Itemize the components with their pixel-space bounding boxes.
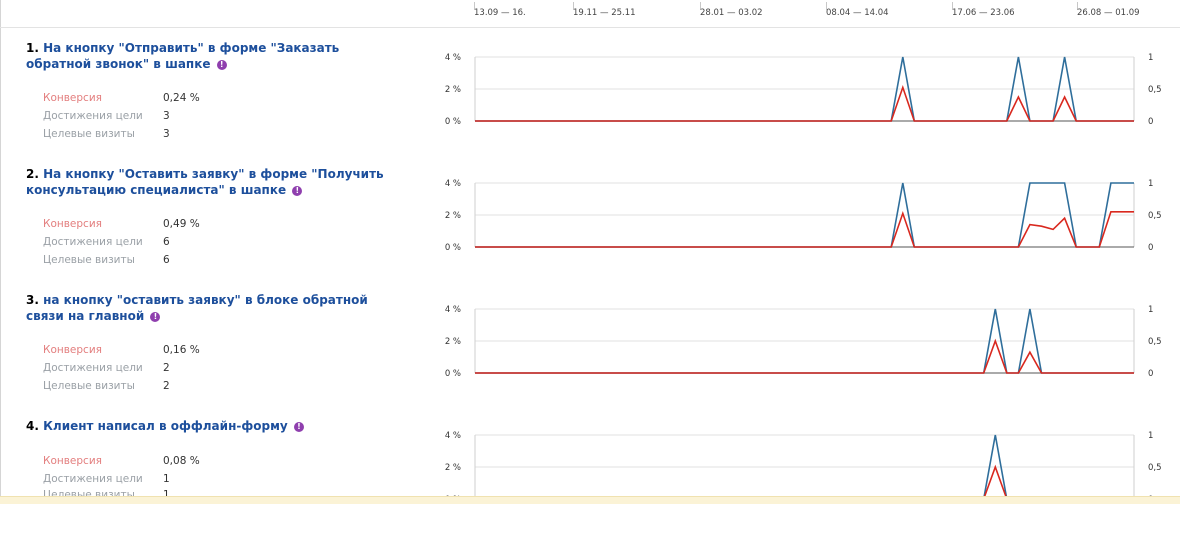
goal-reaches-value: 2 bbox=[163, 362, 170, 374]
exclamation-circle-icon[interactable]: ! bbox=[150, 312, 161, 322]
goal-reaches-value: 6 bbox=[163, 236, 170, 248]
goal-number: 1. bbox=[26, 41, 39, 55]
conversion-series-line bbox=[475, 338, 1134, 374]
goal-chart: 0 % 2 % 4 % 0 0,5 1 bbox=[445, 179, 1162, 253]
y-right-tick-label: 0,5 bbox=[1148, 463, 1162, 473]
y-right-tick-label: 0 bbox=[1148, 369, 1153, 379]
conversion-label: Конверсия bbox=[43, 218, 102, 230]
goal-reaches-value: 1 bbox=[163, 473, 170, 485]
exclamation-circle-icon[interactable]: ! bbox=[216, 60, 227, 70]
target-visits-metric: Целевые визиты 6 bbox=[43, 254, 170, 267]
goal-block: 1. На кнопку "Отправить" в форме "Заказа… bbox=[0, 40, 1180, 166]
conversion-value: 0,16 % bbox=[163, 344, 200, 356]
header-divider bbox=[0, 27, 1180, 28]
y-left-tick-label: 4 % bbox=[445, 305, 461, 315]
y-right-tick-label: 1 bbox=[1148, 53, 1153, 63]
goal-reaches-metric: Достижения цели 3 bbox=[43, 110, 170, 123]
conversion-value: 0,24 % bbox=[163, 92, 200, 104]
goal-title-link[interactable]: На кнопку "Оставить заявку" в форме "Пол… bbox=[26, 167, 384, 197]
goal-title-link[interactable]: Клиент написал в оффлайн-форму bbox=[43, 419, 288, 433]
y-left-tick-label: 0 % bbox=[445, 369, 461, 379]
y-right-tick-label: 1 bbox=[1148, 431, 1153, 441]
goal-reaches-value: 3 bbox=[163, 110, 170, 122]
goal-title: 2. На кнопку "Оставить заявку" в форме "… bbox=[26, 166, 386, 198]
y-left-tick-label: 4 % bbox=[445, 179, 461, 189]
y-right-tick-label: 0 bbox=[1148, 243, 1153, 253]
conversion-label: Конверсия bbox=[43, 92, 102, 104]
goal-chart: 0 % 2 % 4 % 0 0,5 1 bbox=[445, 305, 1162, 379]
conversion-metric: Конверсия 0,08 % bbox=[43, 455, 200, 468]
goal-reaches-label: Достижения цели bbox=[43, 236, 143, 248]
y-left-tick-label: 4 % bbox=[445, 431, 461, 441]
period-label: 26.08 — 01.09 bbox=[1077, 8, 1140, 18]
period-label: 08.04 — 14.04 bbox=[826, 8, 889, 18]
goal-title-link[interactable]: На кнопку "Отправить" в форме "Заказать … bbox=[26, 41, 339, 71]
conversion-value: 0,49 % bbox=[163, 218, 200, 230]
goal-title: 4. Клиент написал в оффлайн-форму ! bbox=[26, 418, 386, 434]
goal-number: 4. bbox=[26, 419, 39, 433]
target-visits-metric: Целевые визиты 2 bbox=[43, 380, 170, 393]
conversion-metric: Конверсия 0,24 % bbox=[43, 92, 200, 105]
goal-title: 3. на кнопку "оставить заявку" в блоке о… bbox=[26, 292, 386, 324]
y-left-tick-label: 2 % bbox=[445, 211, 461, 221]
period-label: 13.09 — 16. bbox=[474, 8, 526, 18]
y-left-tick-label: 0 % bbox=[445, 117, 461, 127]
conversion-value: 0,08 % bbox=[163, 455, 200, 467]
goal-number: 3. bbox=[26, 293, 39, 307]
y-right-tick-label: 1 bbox=[1148, 305, 1153, 315]
goal-block: 3. на кнопку "оставить заявку" в блоке о… bbox=[0, 292, 1180, 418]
period-label: 19.11 — 25.11 bbox=[573, 8, 636, 18]
goal-reaches-label: Достижения цели bbox=[43, 473, 143, 485]
period-label: 28.01 — 03.02 bbox=[700, 8, 763, 18]
target-visits-value: 3 bbox=[163, 128, 170, 140]
conversion-series-line bbox=[475, 84, 1134, 122]
conversion-series-line bbox=[475, 464, 1134, 500]
y-right-tick-label: 0,5 bbox=[1148, 337, 1162, 347]
conversion-metric: Конверсия 0,49 % bbox=[43, 218, 200, 231]
target-visits-label: Целевые визиты bbox=[43, 380, 135, 392]
goal-reaches-metric: Достижения цели 1 bbox=[43, 473, 170, 486]
goal-title-link[interactable]: на кнопку "оставить заявку" в блоке обра… bbox=[26, 293, 368, 323]
goal-reaches-label: Достижения цели bbox=[43, 362, 143, 374]
conversion-metric: Конверсия 0,16 % bbox=[43, 344, 200, 357]
target-visits-label: Целевые визиты bbox=[43, 254, 135, 266]
y-left-tick-label: 2 % bbox=[445, 337, 461, 347]
goal-block: 4. Клиент написал в оффлайн-форму ! Конв… bbox=[0, 418, 1180, 544]
y-left-tick-label: 0 % bbox=[445, 243, 461, 253]
goal-title: 1. На кнопку "Отправить" в форме "Заказа… bbox=[26, 40, 386, 72]
conversion-label: Конверсия bbox=[43, 344, 102, 356]
target-visits-value: 6 bbox=[163, 254, 170, 266]
exclamation-circle-icon[interactable]: ! bbox=[292, 186, 303, 196]
goal-reaches-metric: Достижения цели 2 bbox=[43, 362, 170, 375]
target-visits-label: Целевые визиты bbox=[43, 128, 135, 140]
y-right-tick-label: 0 bbox=[1148, 117, 1153, 127]
goal-number: 2. bbox=[26, 167, 39, 181]
target-visits-metric: Целевые визиты 3 bbox=[43, 128, 170, 141]
conversion-label: Конверсия bbox=[43, 455, 102, 467]
y-left-tick-label: 2 % bbox=[445, 85, 461, 95]
period-label: 17.06 — 23.06 bbox=[952, 8, 1015, 18]
y-right-tick-label: 0,5 bbox=[1148, 211, 1162, 221]
y-right-tick-label: 1 bbox=[1148, 179, 1153, 189]
period-axis: 13.09 — 16. 19.11 — 25.11 28.01 — 03.02 … bbox=[0, 0, 1180, 28]
exclamation-circle-icon[interactable]: ! bbox=[293, 422, 304, 432]
goal-block: 2. На кнопку "Оставить заявку" в форме "… bbox=[0, 166, 1180, 292]
conversion-series-line bbox=[475, 210, 1134, 248]
goal-reaches-label: Достижения цели bbox=[43, 110, 143, 122]
target-visits-value: 2 bbox=[163, 380, 170, 392]
y-left-tick-label: 2 % bbox=[445, 463, 461, 473]
goal-reaches-metric: Достижения цели 6 bbox=[43, 236, 170, 249]
y-left-tick-label: 4 % bbox=[445, 53, 461, 63]
y-right-tick-label: 0,5 bbox=[1148, 85, 1162, 95]
goal-chart: 0 % 2 % 4 % 0 0,5 1 bbox=[445, 53, 1162, 127]
